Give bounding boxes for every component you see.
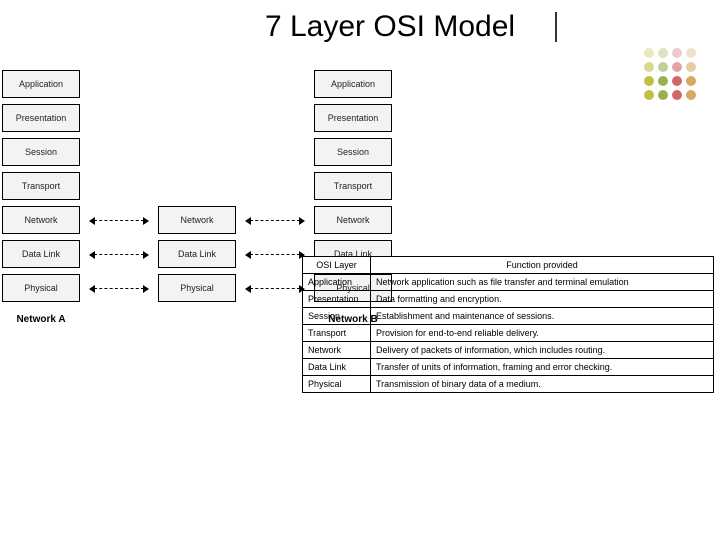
layer-presentation: Presentation: [2, 104, 80, 132]
decor-dot: [686, 48, 696, 58]
layer-application: Application: [314, 70, 392, 98]
decor-dot: [686, 76, 696, 86]
layer-transport: Transport: [314, 172, 392, 200]
header-function: Function provided: [371, 257, 714, 274]
layer-session: Session: [2, 138, 80, 166]
layer-application: Application: [2, 70, 80, 98]
table-row: Data LinkTransfer of units of informatio…: [303, 359, 714, 376]
arrow: [244, 240, 306, 268]
decor-dot: [672, 48, 682, 58]
arrow-col: [88, 70, 150, 325]
cell-func: Establishment and maintenance of session…: [371, 308, 714, 325]
slide-title: 7 Layer OSI Model: [0, 10, 720, 44]
layer-data-link: Data Link: [158, 240, 236, 268]
table-row: PhysicalTransmission of binary data of a…: [303, 376, 714, 393]
arrow: [88, 240, 150, 268]
cell-layer: Transport: [303, 325, 371, 342]
decor-dot: [658, 48, 668, 58]
decor-dot: [658, 62, 668, 72]
layer-network: Network: [2, 206, 80, 234]
layer-network: Network: [158, 206, 236, 234]
cell-layer: Data Link: [303, 359, 371, 376]
decor-dot: [644, 90, 654, 100]
arrow: [244, 70, 306, 98]
cell-func: Provision for end-to-end reliable delive…: [371, 325, 714, 342]
cell-layer: Session: [303, 308, 371, 325]
cell-func: Network application such as file transfe…: [371, 274, 714, 291]
cell-func: Transmission of binary data of a medium.: [371, 376, 714, 393]
cell-layer: Application: [303, 274, 371, 291]
decor-dot: [658, 76, 668, 86]
table-row: ApplicationNetwork application such as f…: [303, 274, 714, 291]
arrow: [244, 274, 306, 302]
table-row: NetworkDelivery of packets of informatio…: [303, 342, 714, 359]
arrow: [88, 70, 150, 98]
cell-func: Transfer of units of information, framin…: [371, 359, 714, 376]
arrow: [88, 138, 150, 166]
cell-func: Delivery of packets of information, whic…: [371, 342, 714, 359]
arrow: [88, 172, 150, 200]
decor-dot: [672, 90, 682, 100]
table-row: TransportProvision for end-to-end reliab…: [303, 325, 714, 342]
arrow: [88, 104, 150, 132]
layer-data-link: Data Link: [2, 240, 80, 268]
arrow: [244, 104, 306, 132]
table-row: PresentationData formatting and encrypti…: [303, 291, 714, 308]
decor-dot: [672, 62, 682, 72]
layer-physical: Physical: [158, 274, 236, 302]
stack-full: Application Presentation Session Transport N…: [2, 70, 80, 325]
network-label: Network A: [16, 314, 65, 325]
decor-dot: [644, 76, 654, 86]
decor-dot: [644, 48, 654, 58]
layer-session: Session: [314, 138, 392, 166]
header-osi-layer: OSI Layer: [303, 257, 371, 274]
layer-physical: Physical: [2, 274, 80, 302]
decor-dot: [672, 76, 682, 86]
decor-dot: [644, 62, 654, 72]
arrow-col: [244, 70, 306, 325]
cell-layer: Presentation: [303, 291, 371, 308]
decor-dot: [686, 90, 696, 100]
decor-dots: [644, 48, 696, 100]
arrow: [244, 138, 306, 166]
cell-func: Data formatting and encryption.: [371, 291, 714, 308]
cell-layer: Physical: [303, 376, 371, 393]
function-table: OSI Layer Function provided ApplicationN…: [302, 256, 714, 393]
layer-network: Network: [314, 206, 392, 234]
arrow: [244, 172, 306, 200]
cell-layer: Network: [303, 342, 371, 359]
layer-presentation: Presentation: [314, 104, 392, 132]
arrow: [88, 206, 150, 234]
decor-dot: [686, 62, 696, 72]
layer-transport: Transport: [2, 172, 80, 200]
arrow: [88, 274, 150, 302]
stack-mid: Network Data Link Physical: [158, 70, 236, 325]
table-row: SessionEstablishment and maintenance of …: [303, 308, 714, 325]
decor-dot: [658, 90, 668, 100]
arrow: [244, 206, 306, 234]
